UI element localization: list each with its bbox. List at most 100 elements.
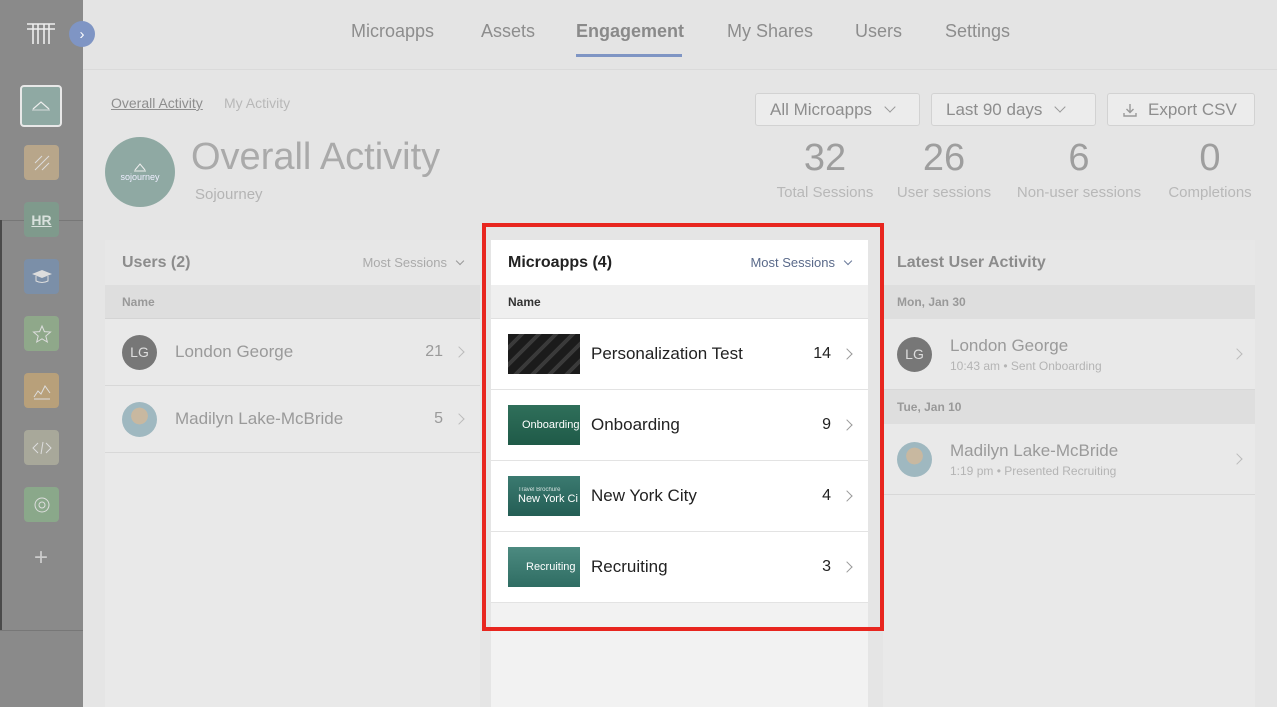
thumbnail-text: Recruiting [526, 561, 576, 573]
stat-label: User sessions [896, 184, 992, 201]
avatar [897, 441, 932, 477]
tab-settings[interactable]: Settings [945, 21, 1010, 42]
gear-app-icon[interactable] [24, 487, 59, 522]
stat-value: 32 [803, 137, 847, 179]
tab-users[interactable]: Users [855, 21, 902, 42]
brand-logo-icon[interactable] [25, 20, 57, 46]
session-count: 4 [822, 487, 831, 504]
stat-value: 0 [1199, 137, 1221, 179]
session-count: 21 [425, 343, 443, 360]
chevron-right-icon [453, 413, 465, 425]
microapp-name: Recruiting [591, 557, 668, 576]
chevron-right-icon [841, 419, 853, 431]
stat-label: Completions [1168, 184, 1252, 201]
avatar [122, 401, 157, 437]
user-name: London George [175, 342, 294, 361]
chevron-right-icon [1231, 348, 1243, 360]
overall-activity-link[interactable]: Overall Activity [111, 95, 203, 111]
my-activity-link[interactable]: My Activity [224, 95, 290, 111]
session-count: 5 [434, 410, 443, 427]
user-row[interactable]: Madilyn Lake-McBride 5 [105, 386, 480, 453]
stat-total-sessions: 32 Total Sessions [776, 138, 874, 201]
download-icon [1123, 103, 1137, 117]
activity-user-name: London George [950, 335, 1069, 355]
export-csv-button[interactable]: Export CSV [1107, 93, 1255, 126]
activity-row[interactable]: Madilyn Lake-McBride 1:19 pm • Presented… [883, 424, 1255, 495]
latest-activity-panel: Latest User Activity Mon, Jan 30 LG Lond… [883, 240, 1255, 707]
active-tab-indicator [576, 54, 682, 57]
page-subtitle: Sojourney [195, 186, 263, 203]
session-count: 3 [822, 558, 831, 575]
avatar: LG [122, 334, 157, 370]
hr-app-label: HR [31, 211, 52, 228]
stat-non-user-sessions: 6 Non-user sessions [1014, 138, 1144, 201]
pattern-app-icon[interactable] [24, 145, 59, 180]
microapps-sort-dropdown[interactable]: Most Sessions [750, 255, 853, 270]
page-title: Overall Activity [191, 136, 441, 178]
users-name-column-header[interactable]: Name [105, 285, 480, 319]
chevron-down-icon [843, 256, 853, 266]
activity-row[interactable]: LG London George 10:43 am • Sent Onboard… [883, 319, 1255, 390]
app-rail: HR + [0, 0, 83, 707]
microapp-row[interactable]: Travel Brochure New York Ci New York Cit… [491, 461, 868, 532]
hr-app-icon[interactable]: HR [24, 202, 59, 237]
company-avatar: sojourney [105, 137, 175, 207]
users-sort-dropdown[interactable]: Most Sessions [362, 255, 465, 270]
microapp-row[interactable]: Personalization Test 14 [491, 319, 868, 390]
session-count: 14 [813, 345, 831, 362]
stat-value: 26 [922, 137, 966, 179]
tab-assets[interactable]: Assets [481, 21, 535, 42]
microapps-name-column-header[interactable]: Name [491, 285, 868, 319]
sojourney-app-icon[interactable] [20, 85, 62, 127]
activity-panel-header: Latest User Activity [883, 240, 1255, 285]
users-sort-label: Most Sessions [362, 255, 447, 270]
microapp-thumbnail: Onboarding [508, 405, 580, 445]
users-panel-title: Users (2) [122, 253, 191, 271]
session-count: 9 [822, 416, 831, 433]
microapps-panel: Microapps (4) Most Sessions Name Persona… [491, 240, 868, 707]
thumbnail-text: New York Ci [518, 493, 578, 505]
chevron-down-icon [1054, 101, 1067, 113]
date-range-dropdown[interactable]: Last 90 days [931, 93, 1096, 126]
chevron-right-icon [1231, 453, 1243, 465]
microapp-name: Onboarding [591, 415, 680, 434]
microapp-name: New York City [591, 486, 697, 505]
chart-app-icon[interactable] [24, 373, 59, 408]
date-range-label: Last 90 days [946, 99, 1043, 119]
sojourney-logo-icon [134, 163, 146, 172]
chevron-down-icon [455, 256, 465, 266]
users-panel-header: Users (2) Most Sessions [105, 240, 480, 285]
stat-completions: 0 Completions [1164, 138, 1256, 201]
microapp-row[interactable]: Onboarding Onboarding 9 [491, 390, 868, 461]
thumbnail-subtext: Travel Brochure [518, 487, 561, 493]
chevron-right-icon [841, 561, 853, 573]
microapp-name: Personalization Test [591, 344, 743, 363]
tab-engagement[interactable]: Engagement [576, 21, 684, 42]
microapp-thumbnail: Travel Brochure New York Ci [508, 476, 580, 516]
tab-microapps[interactable]: Microapps [351, 21, 434, 42]
microapp-thumbnail [508, 334, 580, 374]
microapp-filter-dropdown[interactable]: All Microapps [755, 93, 920, 126]
avatar: LG [897, 336, 932, 372]
stat-label: Non-user sessions [1016, 184, 1142, 201]
tab-my-shares[interactable]: My Shares [727, 21, 813, 42]
activity-meta: 1:19 pm • Presented Recruiting [950, 463, 1117, 478]
microapps-panel-header: Microapps (4) Most Sessions [491, 240, 868, 285]
graduation-cap-app-icon[interactable] [24, 259, 59, 294]
microapps-panel-title: Microapps (4) [508, 253, 613, 271]
stat-user-sessions: 26 User sessions [896, 138, 992, 201]
star-app-icon[interactable] [24, 316, 59, 351]
add-app-icon[interactable]: + [30, 545, 52, 571]
top-nav: Microapps Assets Engagement My Shares Us… [83, 0, 1277, 70]
expand-rail-button[interactable]: › [69, 21, 95, 47]
chevron-right-icon [841, 348, 853, 360]
activity-meta: 10:43 am • Sent Onboarding [950, 358, 1102, 373]
company-logo-text: sojourney [120, 172, 160, 182]
user-row[interactable]: LG London George 21 [105, 319, 480, 386]
user-name: Madilyn Lake-McBride [175, 409, 344, 428]
microapp-row[interactable]: Recruiting Recruiting 3 [491, 532, 868, 603]
microapps-sort-label: Most Sessions [750, 255, 835, 270]
activity-panel-title: Latest User Activity [897, 253, 1046, 271]
code-app-icon[interactable] [24, 430, 59, 465]
stat-value: 6 [1068, 137, 1090, 179]
